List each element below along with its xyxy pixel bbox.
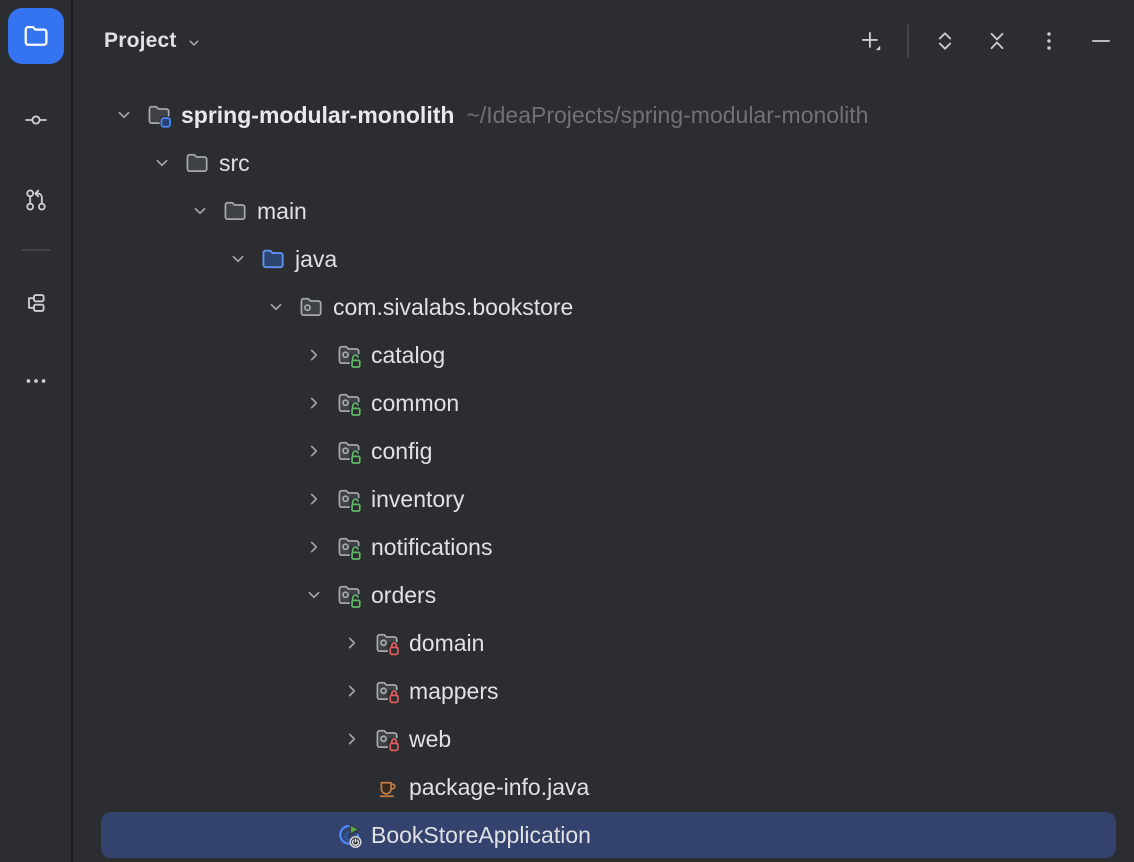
tree-row-label: spring-modular-monolith: [181, 102, 454, 129]
tree-row[interactable]: java: [75, 235, 1134, 283]
tree-row[interactable]: orders: [75, 571, 1134, 619]
package-unlocked-icon: [335, 341, 363, 369]
sources-root-icon: [259, 245, 287, 273]
panel-header: Project: [75, 0, 1134, 82]
tree-row[interactable]: common: [75, 379, 1134, 427]
tree-row[interactable]: spring-modular-monolith ~/IdeaProjects/sp…: [75, 91, 1134, 139]
package-locked-icon: [373, 677, 401, 705]
chevron-right-icon[interactable]: [299, 436, 329, 466]
chevron-down-icon: [184, 33, 204, 53]
chevron-right-icon[interactable]: [299, 484, 329, 514]
tree-row-label: orders: [371, 582, 436, 609]
hide-button[interactable]: [1085, 25, 1117, 57]
toolbar-separator: [907, 24, 909, 58]
folder-icon: [183, 149, 211, 177]
sidebar-item-project[interactable]: [8, 8, 64, 64]
chevron-right-icon[interactable]: [299, 340, 329, 370]
folder-icon: [221, 197, 249, 225]
tree-row-label: package-info.java: [409, 774, 589, 801]
package-locked-icon: [373, 725, 401, 753]
tree-row[interactable]: domain: [75, 619, 1134, 667]
java-file-icon: [373, 773, 401, 801]
expand-all-icon: [932, 28, 958, 54]
tree-row-label: domain: [409, 630, 484, 657]
tree-row[interactable]: catalog: [75, 331, 1134, 379]
tree-row[interactable]: config: [75, 427, 1134, 475]
chevron-right-icon[interactable]: [337, 676, 367, 706]
tree-row-label: catalog: [371, 342, 445, 369]
project-root-icon: [145, 101, 173, 129]
chevron-right-icon[interactable]: [299, 388, 329, 418]
package-unlocked-icon: [335, 485, 363, 513]
view-selector[interactable]: Project: [104, 29, 204, 53]
sidebar-item-commit[interactable]: [22, 106, 50, 134]
tree-row-label: config: [371, 438, 432, 465]
options-button[interactable]: [1033, 25, 1065, 57]
tree-row[interactable]: web: [75, 715, 1134, 763]
project-panel: Project: [75, 0, 1134, 862]
sidebar-item-pull-requests[interactable]: [22, 186, 50, 214]
collapse-all-icon: [984, 28, 1010, 54]
tree-row[interactable]: com.sivalabs.bookstore: [75, 283, 1134, 331]
folder-icon: [21, 21, 51, 51]
tree-row-label: inventory: [371, 486, 464, 513]
chevron-down-icon[interactable]: [261, 292, 291, 322]
minimize-icon: [1088, 28, 1114, 54]
chevron-down-icon[interactable]: [299, 580, 329, 610]
package-unlocked-icon: [335, 389, 363, 417]
activity-bar-divider: [22, 249, 50, 251]
panel-toolbar: [855, 24, 1117, 58]
tree-row-label: src: [219, 150, 250, 177]
chevron-spacer: [337, 772, 367, 802]
package-locked-icon: [373, 629, 401, 657]
package-unlocked-icon: [335, 437, 363, 465]
tree-row-label: java: [295, 246, 337, 273]
add-icon: [858, 28, 884, 54]
package-icon: [297, 293, 325, 321]
package-unlocked-icon: [335, 533, 363, 561]
tree-row[interactable]: mappers: [75, 667, 1134, 715]
tree-row-label: web: [409, 726, 451, 753]
chevron-down-icon[interactable]: [223, 244, 253, 274]
sidebar-item-structure[interactable]: [22, 289, 50, 317]
tree-row[interactable]: notifications: [75, 523, 1134, 571]
tree-row[interactable]: main: [75, 187, 1134, 235]
tree-row-label: main: [257, 198, 307, 225]
chevron-down-icon[interactable]: [185, 196, 215, 226]
project-path: ~/IdeaProjects/spring-modular-monolith: [466, 102, 868, 129]
chevron-spacer: [299, 820, 329, 850]
add-button[interactable]: [855, 25, 887, 57]
tree-row-label: notifications: [371, 534, 492, 561]
chevron-down-icon[interactable]: [147, 148, 177, 178]
pull-request-icon: [22, 186, 50, 214]
tree-row[interactable]: src: [75, 139, 1134, 187]
sidebar-item-more[interactable]: [22, 367, 50, 395]
expand-all-button[interactable]: [929, 25, 961, 57]
structure-icon: [22, 289, 50, 317]
chevron-down-icon[interactable]: [109, 100, 139, 130]
tree-row-label: BookStoreApplication: [371, 822, 591, 849]
tree-row-label: com.sivalabs.bookstore: [333, 294, 573, 321]
activity-bar: [0, 0, 73, 862]
collapse-all-button[interactable]: [981, 25, 1013, 57]
tree-row[interactable]: inventory: [75, 475, 1134, 523]
panel-title: Project: [104, 29, 177, 53]
tree-row[interactable]: BookStoreApplication: [75, 811, 1134, 859]
chevron-right-icon[interactable]: [299, 532, 329, 562]
chevron-right-icon[interactable]: [337, 628, 367, 658]
package-unlocked-icon: [335, 581, 363, 609]
chevron-right-icon[interactable]: [337, 724, 367, 754]
spring-boot-run-icon: [335, 821, 363, 849]
more-icon: [22, 367, 50, 395]
kebab-icon: [1036, 28, 1062, 54]
tree-row[interactable]: package-info.java: [75, 763, 1134, 811]
project-tool-window: Project: [0, 0, 1134, 862]
tree-row-label: common: [371, 390, 459, 417]
tree-row-label: mappers: [409, 678, 498, 705]
project-tree: spring-modular-monolith ~/IdeaProjects/sp…: [75, 91, 1134, 862]
commit-icon: [22, 106, 50, 134]
